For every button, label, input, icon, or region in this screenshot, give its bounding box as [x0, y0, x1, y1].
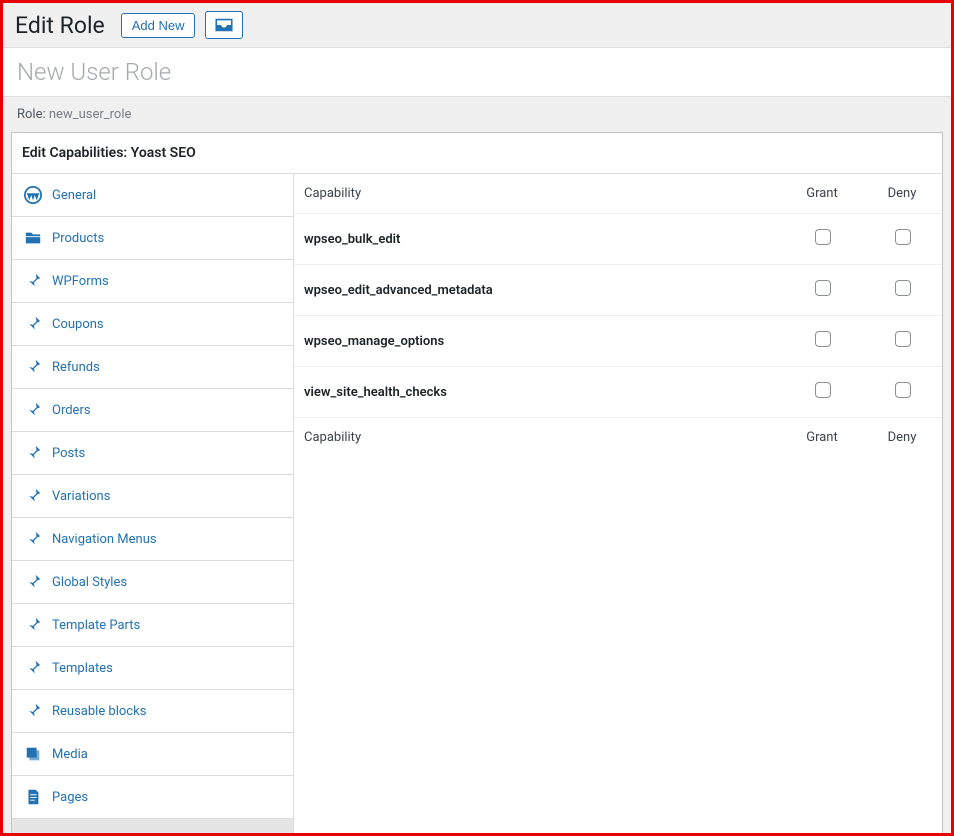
sidebar-item-label: Navigation Menus — [52, 532, 157, 547]
sidebar-item-label: Posts — [52, 446, 85, 461]
col-deny: Deny — [862, 174, 942, 214]
sidebar-item-label: Template Parts — [52, 618, 140, 633]
panel-title: Edit Capabilities: Yoast SEO — [12, 133, 942, 174]
sidebar-item-refunds[interactable]: Refunds — [12, 346, 293, 389]
deny-cell — [862, 265, 942, 316]
pin-icon — [24, 530, 42, 548]
table-row: wpseo_manage_options — [294, 316, 942, 367]
sidebar-item-label: Templates — [52, 661, 113, 676]
sidebar-item-label: Media — [52, 747, 88, 762]
pages-icon — [24, 788, 42, 806]
deny-cell — [862, 214, 942, 265]
sidebar-item-global-styles[interactable]: Global Styles — [12, 561, 293, 604]
table-row: wpseo_bulk_edit — [294, 214, 942, 265]
col-deny-foot: Deny — [862, 418, 942, 458]
grant-cell — [782, 214, 862, 265]
deny-checkbox[interactable] — [895, 229, 911, 245]
role-slug-label: Role: — [17, 107, 46, 122]
grant-cell — [782, 316, 862, 367]
deny-checkbox[interactable] — [895, 280, 911, 296]
grant-cell — [782, 367, 862, 418]
sidebar-item-label: Yoast SEO — [52, 833, 112, 836]
capability-name: wpseo_edit_advanced_metadata — [294, 265, 782, 316]
sidebar-item-label: Variations — [52, 489, 110, 504]
role-slug-line: Role: new_user_role — [3, 97, 951, 132]
deny-checkbox[interactable] — [895, 331, 911, 347]
yoast-icon — [24, 831, 42, 836]
role-display-name: New User Role — [3, 47, 951, 97]
pin-icon — [24, 659, 42, 677]
capability-name: wpseo_bulk_edit — [294, 214, 782, 265]
pin-icon — [24, 401, 42, 419]
table-row: view_site_health_checks — [294, 367, 942, 418]
pin-icon — [24, 616, 42, 634]
pin-icon — [24, 315, 42, 333]
grant-checkbox[interactable] — [815, 280, 831, 296]
page-title: Edit Role — [15, 12, 105, 39]
sidebar-item-wpforms[interactable]: WPForms — [12, 260, 293, 303]
grant-cell — [782, 265, 862, 316]
capabilities-table-wrapper: Capability Grant Deny wpseo_bulk_editwps… — [294, 174, 942, 836]
deny-cell — [862, 367, 942, 418]
sidebar-item-label: Global Styles — [52, 575, 127, 590]
add-new-button[interactable]: Add New — [121, 13, 196, 38]
grant-checkbox[interactable] — [815, 331, 831, 347]
sidebar-item-label: WPForms — [52, 274, 109, 289]
sidebar-item-label: Products — [52, 231, 104, 246]
sidebar-item-pages[interactable]: Pages — [12, 776, 293, 819]
pin-icon — [24, 358, 42, 376]
inbox-icon — [214, 18, 234, 32]
sidebar-item-templates[interactable]: Templates — [12, 647, 293, 690]
col-capability-foot: Capability — [294, 418, 782, 458]
col-grant-foot: Grant — [782, 418, 862, 458]
sidebar-item-navigation-menus[interactable]: Navigation Menus — [12, 518, 293, 561]
sidebar-item-label: Coupons — [52, 317, 104, 332]
sidebar-item-label: General — [52, 188, 96, 203]
pin-icon — [24, 573, 42, 591]
sidebar-item-products[interactable]: Products — [12, 217, 293, 260]
capability-name: view_site_health_checks — [294, 367, 782, 418]
capabilities-table: Capability Grant Deny wpseo_bulk_editwps… — [294, 174, 942, 457]
pin-icon — [24, 487, 42, 505]
sidebar-item-general[interactable]: General — [12, 174, 293, 217]
table-row: wpseo_edit_advanced_metadata — [294, 265, 942, 316]
sidebar-item-variations[interactable]: Variations — [12, 475, 293, 518]
sidebar-item-posts[interactable]: Posts — [12, 432, 293, 475]
capability-name: wpseo_manage_options — [294, 316, 782, 367]
sidebar-item-coupons[interactable]: Coupons — [12, 303, 293, 346]
grant-checkbox[interactable] — [815, 382, 831, 398]
col-capability: Capability — [294, 174, 782, 214]
sidebar-item-label: Reusable blocks — [52, 704, 146, 719]
import-button[interactable] — [205, 11, 243, 39]
sidebar-item-label: Pages — [52, 790, 88, 805]
page-header: Edit Role Add New — [3, 3, 951, 47]
sidebar-item-label: Orders — [52, 403, 91, 418]
edit-capabilities-panel: Edit Capabilities: Yoast SEO General Prod… — [11, 132, 943, 836]
sidebar-item-reusable-blocks[interactable]: Reusable blocks — [12, 690, 293, 733]
sidebar-item-media[interactable]: Media — [12, 733, 293, 776]
role-slug-value: new_user_role — [49, 107, 132, 122]
sidebar-item-template-parts[interactable]: Template Parts — [12, 604, 293, 647]
pin-icon — [24, 272, 42, 290]
pin-icon — [24, 444, 42, 462]
wordpress-icon — [24, 186, 42, 204]
sidebar-item-label: Refunds — [52, 360, 100, 375]
pin-icon — [24, 702, 42, 720]
deny-checkbox[interactable] — [895, 382, 911, 398]
media-icon — [24, 745, 42, 763]
sidebar-item-yoast-seo[interactable]: Yoast SEO — [12, 819, 293, 836]
capability-groups-sidebar: General Products WPForms Coupons Refunds Orde… — [12, 174, 294, 836]
grant-checkbox[interactable] — [815, 229, 831, 245]
folder-icon — [24, 229, 42, 247]
sidebar-item-orders[interactable]: Orders — [12, 389, 293, 432]
col-grant: Grant — [782, 174, 862, 214]
deny-cell — [862, 316, 942, 367]
